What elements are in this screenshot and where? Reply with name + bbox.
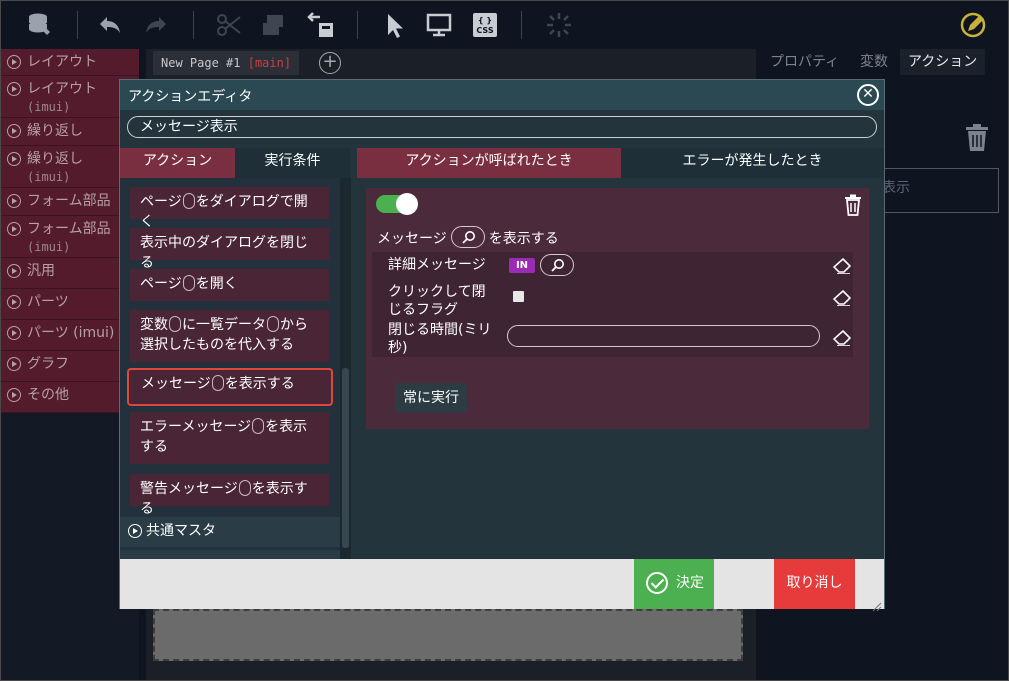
list-item-close-dialog[interactable]: 表示中のダイアログを閉じる (130, 228, 329, 271)
cut-icon[interactable] (213, 9, 245, 41)
paste-icon[interactable] (305, 9, 337, 41)
tab-action[interactable]: アクション (120, 148, 235, 178)
action-palette-panel: アクション 実行条件 ページ をダイアログで開く 表示中のダイアログを閉じる ペー… (120, 148, 351, 559)
list-item-open-page[interactable]: ページ を開く (130, 269, 329, 301)
action-list: ページ をダイアログで開く 表示中のダイアログを閉じる ページ を開く 変数 に一覧デ… (120, 178, 340, 559)
category-common-master[interactable]: 共通マスタ (120, 517, 340, 547)
search-icon (551, 259, 564, 272)
enable-toggle[interactable] (376, 193, 418, 215)
eraser-icon[interactable] (832, 257, 852, 279)
close-time-input[interactable] (507, 325, 820, 347)
tab-execution-condition[interactable]: 実行条件 (235, 148, 350, 178)
tab-actions[interactable]: アクション (900, 49, 986, 75)
action-list-scrollbar[interactable] (340, 178, 351, 559)
ok-button[interactable]: 決定 (634, 559, 714, 609)
tab-on-action-called[interactable]: アクションが呼ばれたとき (357, 148, 621, 178)
parameter-slot-icon (182, 193, 195, 209)
eraser-icon[interactable] (832, 289, 852, 311)
parameter-slot-icon (169, 316, 181, 332)
list-item-show-message[interactable]: メッセージ を表示する (127, 368, 333, 406)
parameter-slot-icon (252, 418, 265, 434)
app-window: { } CSS レイアウト レイアウト (imui) 繰り返し 繰り返し (imui)… (0, 0, 1009, 681)
pointer-icon[interactable] (379, 9, 411, 41)
action-card: メッセージ を表示する 詳細メッセージ IN クリックして閉じるフラグ 閉じる時間… (366, 188, 869, 429)
edit-icon[interactable] (957, 9, 989, 41)
cancel-button[interactable]: 取り消し (774, 559, 855, 609)
list-item-open-page-dialog[interactable]: ページ をダイアログで開く (130, 187, 329, 230)
page-tab[interactable]: New Page #1 [main] (153, 51, 300, 75)
tab-on-error[interactable]: エラーが発生したとき (621, 148, 884, 178)
in-badge: IN (509, 258, 535, 273)
tab-properties[interactable]: プロパティ (762, 49, 847, 75)
play-icon (7, 326, 21, 340)
dialog-header: アクションエディタ ✕ (120, 80, 884, 110)
parameter-slot-icon (238, 480, 251, 496)
play-icon (7, 357, 21, 371)
click-close-checkbox[interactable] (513, 291, 524, 302)
action-editor-dialog: アクションエディタ ✕ メッセージ表示 アクション 実行条件 ページ をダイアログ… (119, 79, 885, 612)
monitor-icon[interactable] (423, 9, 455, 41)
play-icon (128, 524, 142, 538)
css-icon[interactable]: { } CSS (469, 9, 501, 41)
dialog-title: アクションエディタ (128, 89, 253, 105)
always-run-button[interactable]: 常に実行 (395, 383, 467, 413)
list-item-assign-variable[interactable]: 変数 に一覧データ から選択したものを代入する (130, 310, 329, 362)
message-variable-selector[interactable] (450, 226, 485, 248)
undo-icon[interactable] (95, 9, 127, 41)
play-icon (7, 55, 21, 69)
copy-icon[interactable] (259, 9, 291, 41)
page-canvas[interactable] (153, 609, 743, 661)
close-icon[interactable]: ✕ (857, 84, 879, 106)
check-icon (646, 572, 668, 594)
palette-item-layout[interactable]: レイアウト (1, 49, 139, 76)
parameter-slot-icon (267, 316, 279, 332)
toolbar: { } CSS (1, 1, 1008, 49)
play-icon (7, 194, 21, 208)
play-icon (7, 82, 21, 96)
redo-icon[interactable] (139, 9, 171, 41)
trash-icon[interactable] (964, 123, 990, 157)
trash-icon[interactable] (844, 194, 862, 220)
action-name-input[interactable]: メッセージ表示 (127, 116, 877, 138)
svg-text:CSS: CSS (476, 26, 493, 35)
list-item-show-warning-message[interactable]: 警告メッセージ を表示する (130, 474, 329, 517)
detail-message-selector[interactable] (540, 254, 574, 276)
play-icon (7, 222, 21, 236)
play-icon (7, 152, 21, 166)
param-click-to-close: クリックして閉じるフラグ (372, 279, 853, 318)
scrollbar-thumb[interactable] (342, 368, 349, 548)
search-icon (462, 231, 475, 244)
param-detail-message: 詳細メッセージ IN (372, 252, 853, 279)
resize-handle-icon[interactable] (872, 597, 882, 612)
loading-icon (543, 9, 575, 41)
action-title: メッセージ を表示する (377, 226, 559, 249)
svg-text:{ }: { } (478, 16, 492, 25)
category-next[interactable] (120, 550, 340, 559)
list-item-show-error-message[interactable]: エラーメッセージ を表示する (130, 412, 329, 464)
parameter-slot-icon (211, 375, 224, 391)
play-icon (7, 264, 21, 278)
left-tabs: アクション 実行条件 (120, 148, 351, 178)
play-icon (7, 295, 21, 309)
event-tabs: アクションが呼ばれたとき エラーが発生したとき (357, 148, 884, 178)
param-close-time: 閉じる時間(ミリ秒) (372, 317, 853, 357)
tab-variables[interactable]: 変数 (852, 49, 896, 75)
eraser-icon[interactable] (832, 329, 852, 351)
play-icon (7, 388, 21, 402)
action-entry[interactable]: 表示 (871, 168, 999, 213)
play-icon (7, 124, 21, 138)
dialog-footer: 決定 取り消し (120, 559, 884, 612)
add-page-icon[interactable]: + (319, 52, 341, 74)
parameter-slot-icon (182, 275, 195, 291)
database-icon[interactable] (23, 9, 55, 41)
